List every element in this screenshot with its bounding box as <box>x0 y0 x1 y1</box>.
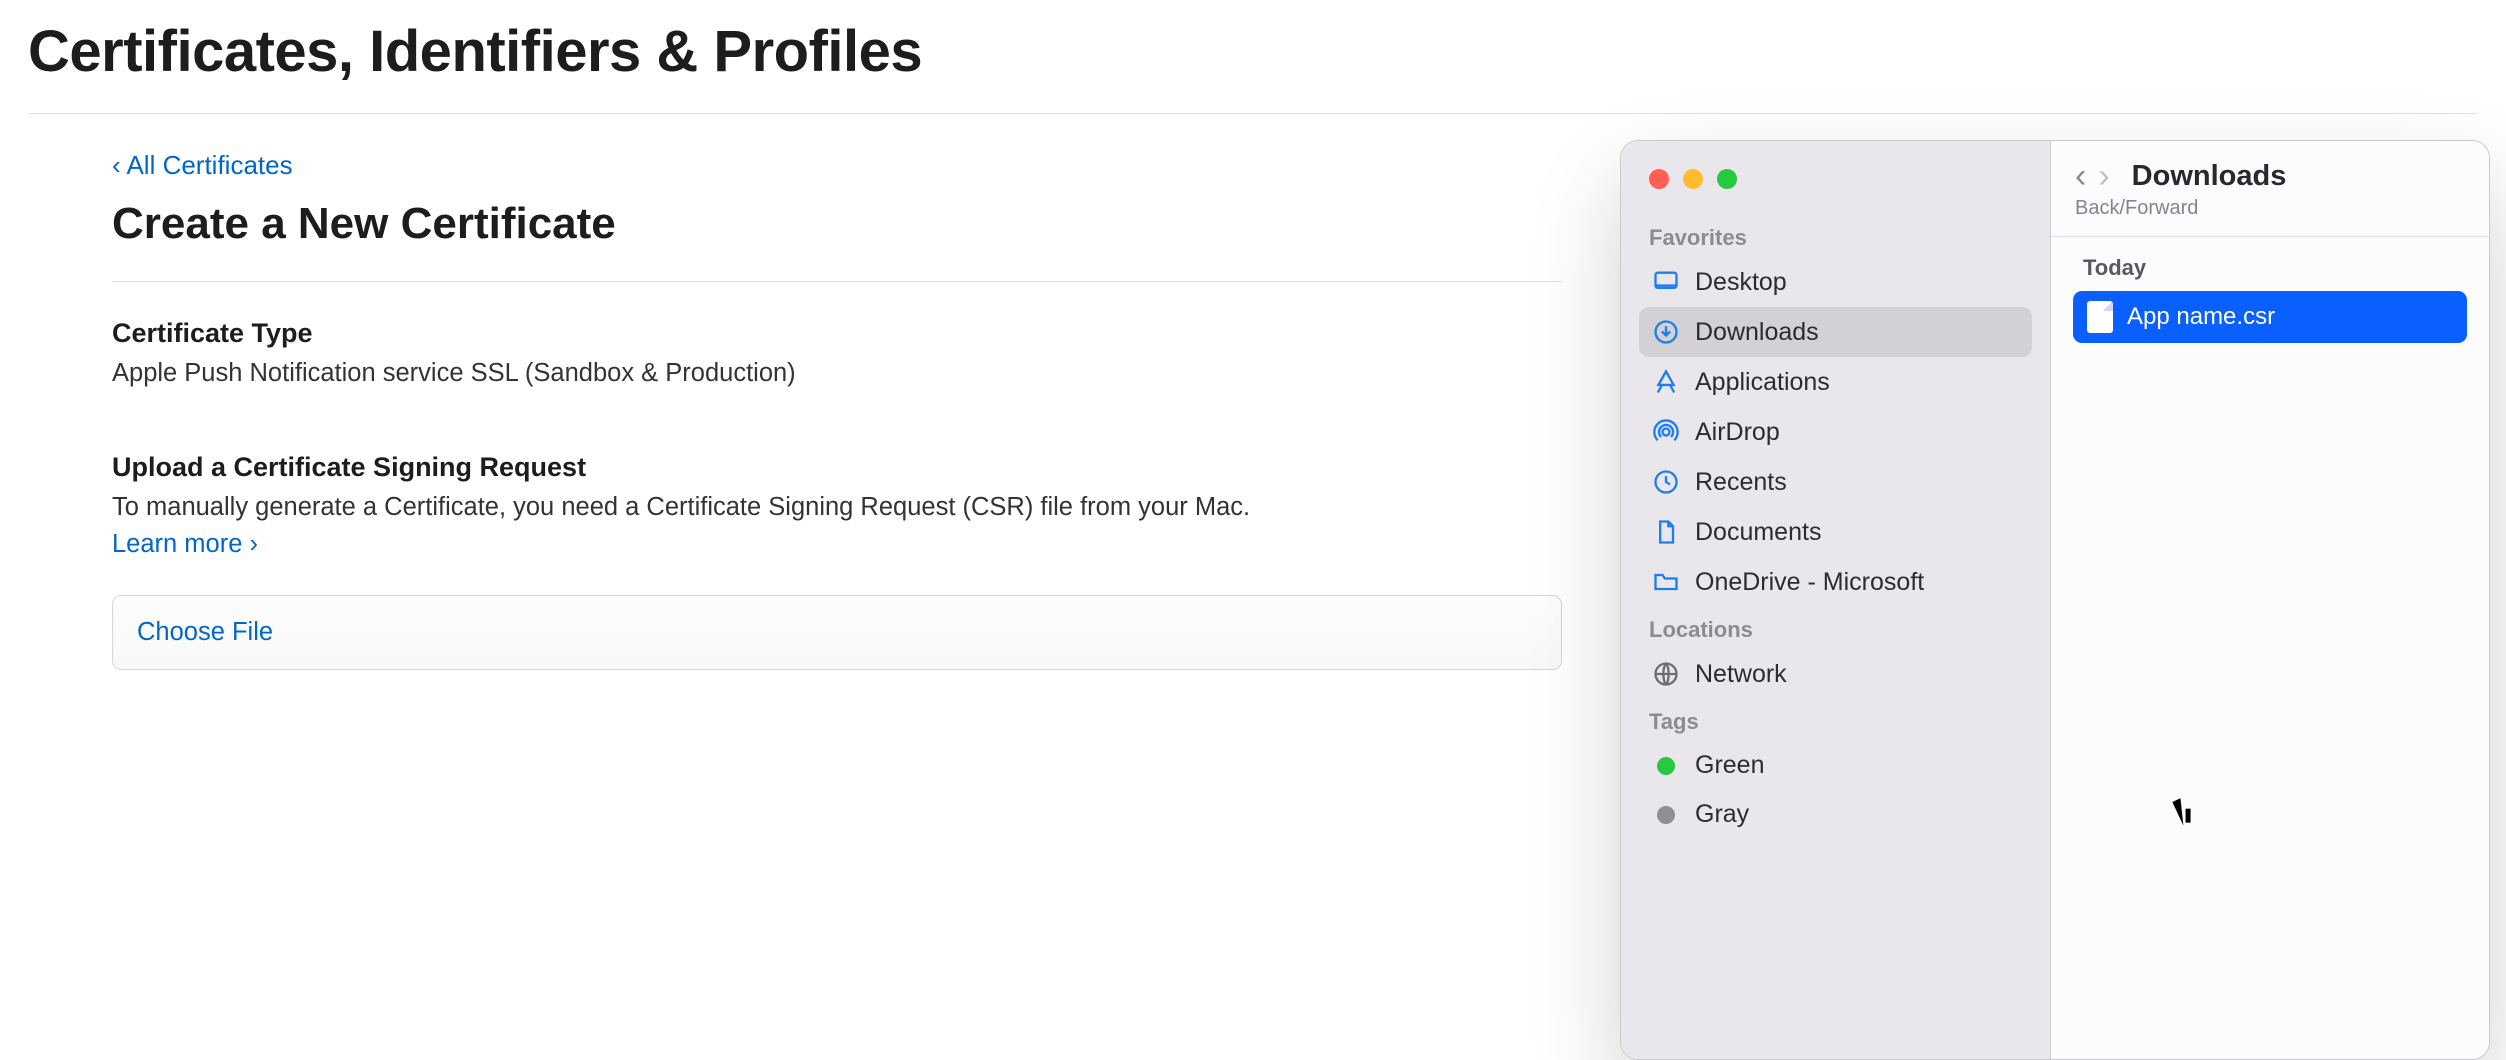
finder-main-pane: ‹ › Downloads Back/Forward Today App nam… <box>2051 141 2489 1059</box>
sidebar-tag-green[interactable]: Green <box>1639 741 2032 790</box>
certificate-type-value: Apple Push Notification service SSL (San… <box>112 355 1562 392</box>
finder-file-list[interactable]: Today App name.csr <box>2051 237 2489 1059</box>
sidebar-item-desktop[interactable]: Desktop <box>1639 257 2032 307</box>
choose-file-button[interactable]: Choose File <box>112 595 1562 670</box>
file-row[interactable]: App name.csr <box>2073 291 2467 343</box>
sidebar-item-label: Network <box>1695 660 1787 689</box>
certificate-type-heading: Certificate Type <box>112 318 1562 349</box>
page-title: Certificates, Identifiers & Profiles <box>28 18 2478 113</box>
window-zoom-button[interactable] <box>1717 169 1737 189</box>
sidebar-group-locations: Locations <box>1639 607 2032 649</box>
sidebar-item-label: OneDrive - Microsoft <box>1695 568 1924 597</box>
finder-nav-arrows: ‹ › <box>2075 159 2110 193</box>
downloads-icon <box>1651 317 1681 347</box>
file-icon <box>2087 301 2113 333</box>
file-name: App name.csr <box>2127 303 2275 331</box>
sidebar-item-documents[interactable]: Documents <box>1639 507 2032 557</box>
window-minimize-button[interactable] <box>1683 169 1703 189</box>
recents-icon <box>1651 467 1681 497</box>
finder-location-title: Downloads <box>2132 160 2287 193</box>
sidebar-item-label: AirDrop <box>1695 418 1780 447</box>
sidebar-item-downloads[interactable]: Downloads <box>1639 307 2032 357</box>
content-area: ‹ All Certificates Create a New Certific… <box>112 150 1562 670</box>
sidebar-item-airdrop[interactable]: AirDrop <box>1639 407 2032 457</box>
file-group-heading: Today <box>2073 251 2467 291</box>
back-button[interactable]: ‹ <box>2075 159 2086 193</box>
sidebar-item-label: Green <box>1695 751 1764 780</box>
create-certificate-heading: Create a New Certificate <box>112 199 1562 249</box>
sidebar-item-label: Downloads <box>1695 318 1819 347</box>
forward-button[interactable]: › <box>2098 159 2109 193</box>
certificate-type-section: Certificate Type Apple Push Notification… <box>112 318 1562 392</box>
upload-csr-body: To manually generate a Certificate, you … <box>112 489 1562 526</box>
finder-window: Favorites Desktop Downloads Applications… <box>1620 140 2490 1060</box>
finder-back-forward-label: Back/Forward <box>2075 197 2465 220</box>
divider <box>112 281 1562 282</box>
finder-toolbar: ‹ › Downloads Back/Forward <box>2051 141 2489 237</box>
sidebar-item-network[interactable]: Network <box>1639 649 2032 699</box>
sidebar-group-favorites: Favorites <box>1639 215 2032 257</box>
window-traffic-lights <box>1639 167 2032 215</box>
desktop-icon <box>1651 267 1681 297</box>
applications-icon <box>1651 367 1681 397</box>
tag-dot-icon <box>1657 806 1675 824</box>
sidebar-item-label: Recents <box>1695 468 1787 497</box>
sidebar-item-label: Applications <box>1695 368 1830 397</box>
mouse-cursor-icon <box>2172 794 2199 825</box>
all-certificates-link[interactable]: ‹ All Certificates <box>112 150 293 181</box>
sidebar-item-onedrive[interactable]: OneDrive - Microsoft <box>1639 557 2032 607</box>
sidebar-item-applications[interactable]: Applications <box>1639 357 2032 407</box>
sidebar-group-tags: Tags <box>1639 699 2032 741</box>
sidebar-item-label: Documents <box>1695 518 1821 547</box>
sidebar-item-label: Gray <box>1695 800 1749 829</box>
sidebar-item-label: Desktop <box>1695 268 1787 297</box>
airdrop-icon <box>1651 417 1681 447</box>
network-icon <box>1651 659 1681 689</box>
sidebar-tag-gray[interactable]: Gray <box>1639 790 2032 839</box>
tag-dot-icon <box>1657 757 1675 775</box>
upload-csr-section: Upload a Certificate Signing Request To … <box>112 452 1562 670</box>
upload-csr-heading: Upload a Certificate Signing Request <box>112 452 1562 483</box>
learn-more-link[interactable]: Learn more › <box>112 530 258 559</box>
documents-icon <box>1651 517 1681 547</box>
window-close-button[interactable] <box>1649 169 1669 189</box>
folder-icon <box>1651 567 1681 597</box>
divider <box>28 113 2478 114</box>
finder-sidebar: Favorites Desktop Downloads Applications… <box>1621 141 2051 1059</box>
sidebar-item-recents[interactable]: Recents <box>1639 457 2032 507</box>
